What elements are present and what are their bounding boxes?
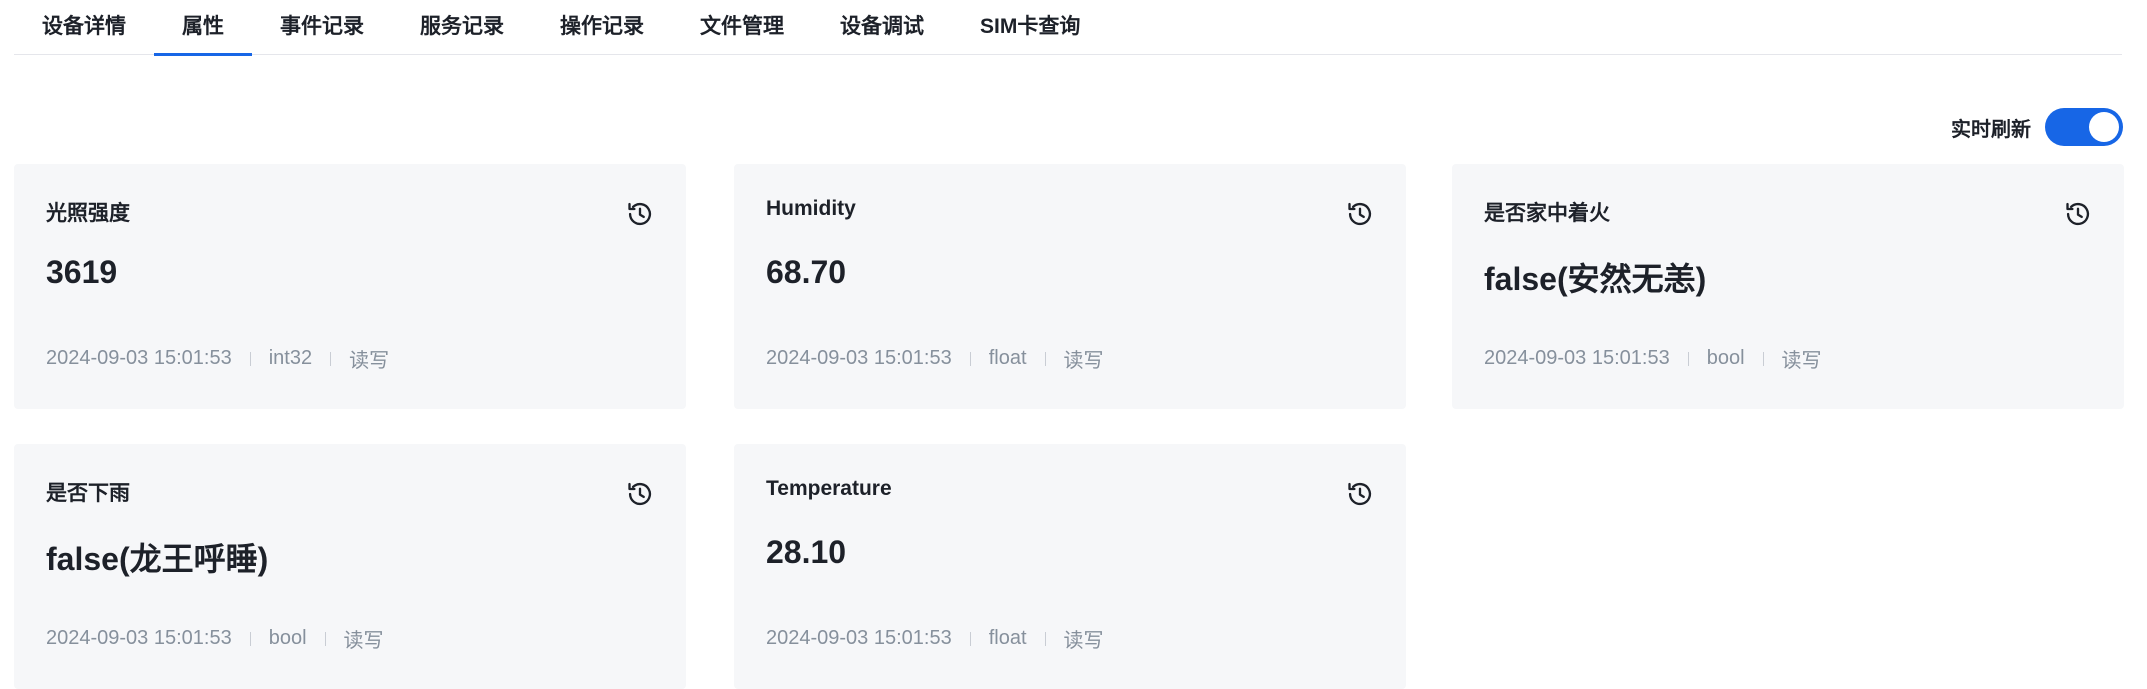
property-title: 是否家中着火 — [1484, 202, 1610, 225]
tab-sim-query[interactable]: SIM卡查询 — [952, 0, 1108, 55]
property-access: 读写 — [349, 350, 390, 372]
meta-divider — [969, 351, 971, 366]
tab-properties[interactable]: 属性 — [154, 0, 252, 56]
property-value: 68.70 — [766, 254, 847, 290]
property-timestamp: 2024-09-03 15:01:53 — [1484, 347, 1670, 369]
property-card: 光照强度 3619 2024-09-03 15:01:53 int32 读写 — [14, 164, 686, 409]
property-value: 3619 — [46, 254, 118, 290]
tab-bar: 设备详情 属性 事件记录 服务记录 操作记录 文件管理 设备调试 SIM卡查询 — [14, 0, 2122, 56]
property-card: Humidity 68.70 2024-09-03 15:01:53 float… — [734, 164, 1406, 409]
property-type: bool — [268, 627, 307, 649]
property-title: 是否下雨 — [46, 482, 130, 505]
meta-divider — [249, 351, 251, 366]
property-title: 光照强度 — [46, 202, 130, 225]
property-meta: 2024-09-03 15:01:53 int32 读写 — [46, 344, 389, 373]
meta-divider — [249, 631, 251, 646]
meta-divider — [1044, 631, 1046, 646]
history-icon[interactable] — [1346, 480, 1374, 508]
property-meta: 2024-09-03 15:01:53 float 读写 — [766, 344, 1104, 373]
meta-divider — [1762, 351, 1764, 366]
meta-divider — [330, 351, 332, 366]
property-timestamp: 2024-09-03 15:01:53 — [46, 627, 232, 649]
property-meta: 2024-09-03 15:01:53 float 读写 — [766, 624, 1104, 653]
history-icon[interactable] — [626, 200, 654, 228]
tab-operation-records[interactable]: 操作记录 — [532, 0, 672, 55]
tab-device-debug[interactable]: 设备调试 — [812, 0, 952, 55]
property-type: int32 — [268, 347, 313, 369]
property-card: 是否下雨 false(龙王呼睡) 2024-09-03 15:01:53 boo… — [14, 444, 686, 689]
realtime-refresh-label: 实时刷新 — [1951, 118, 2031, 141]
property-access: 读写 — [1063, 350, 1104, 372]
property-value: false(龙王呼睡) — [46, 541, 269, 577]
property-title: Humidity — [766, 197, 856, 220]
property-timestamp: 2024-09-03 15:01:53 — [46, 347, 232, 369]
property-access: 读写 — [1781, 350, 1822, 372]
property-value: 28.10 — [766, 534, 847, 570]
property-card: Temperature 28.10 2024-09-03 15:01:53 fl… — [734, 444, 1406, 689]
history-icon[interactable] — [2064, 200, 2092, 228]
property-meta: 2024-09-03 15:01:53 bool 读写 — [46, 624, 384, 653]
meta-divider — [1687, 351, 1689, 366]
tab-device-details[interactable]: 设备详情 — [14, 0, 154, 55]
meta-divider — [1044, 351, 1046, 366]
property-timestamp: 2024-09-03 15:01:53 — [766, 347, 952, 369]
property-meta: 2024-09-03 15:01:53 bool 读写 — [1484, 344, 1822, 373]
realtime-refresh-control: 实时刷新 — [1951, 108, 2123, 146]
property-card: 是否家中着火 false(安然无恙) 2024-09-03 15:01:53 b… — [1452, 164, 2124, 409]
property-value: false(安然无恙) — [1484, 261, 1707, 297]
property-access: 读写 — [343, 630, 384, 652]
meta-divider — [969, 631, 971, 646]
property-type: float — [988, 627, 1027, 649]
tab-service-records[interactable]: 服务记录 — [392, 0, 532, 55]
toggle-knob — [2089, 112, 2119, 142]
history-icon[interactable] — [1346, 200, 1374, 228]
property-type: float — [988, 347, 1027, 369]
tab-file-management[interactable]: 文件管理 — [672, 0, 812, 55]
property-timestamp: 2024-09-03 15:01:53 — [766, 627, 952, 649]
property-title: Temperature — [766, 477, 892, 500]
tab-event-records[interactable]: 事件记录 — [252, 0, 392, 55]
property-access: 读写 — [1063, 630, 1104, 652]
realtime-refresh-toggle[interactable] — [2045, 108, 2123, 146]
meta-divider — [324, 631, 326, 646]
property-type: bool — [1706, 347, 1745, 369]
history-icon[interactable] — [626, 480, 654, 508]
